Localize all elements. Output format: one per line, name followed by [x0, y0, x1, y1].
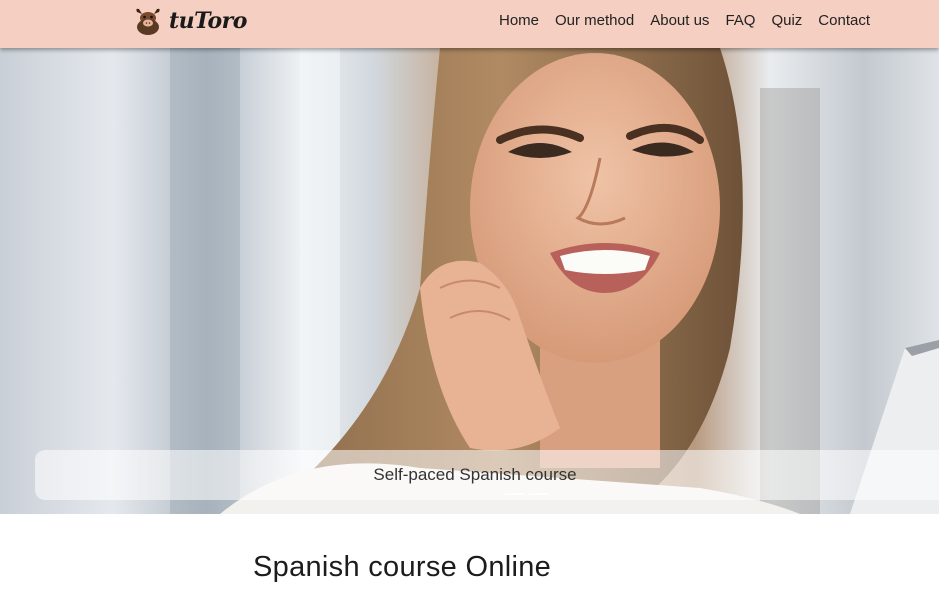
nav-about-us[interactable]: About us — [650, 12, 709, 30]
page-title: Spanish course Online — [253, 551, 552, 583]
bull-mascot-icon — [136, 8, 160, 35]
brand-logo[interactable]: tuToro — [133, 6, 247, 36]
nav-home[interactable]: Home — [499, 12, 539, 30]
carousel-indicator[interactable] — [505, 493, 525, 495]
carousel-indicators — [505, 493, 549, 495]
hero-caption-bar: Self-paced Spanish course — [35, 450, 939, 500]
hero-caption: Self-paced Spanish course — [373, 465, 577, 484]
hero-image — [170, 48, 939, 514]
nav-quiz[interactable]: Quiz — [771, 12, 802, 30]
main-nav: Home Our method About us FAQ Quiz Contac… — [483, 12, 870, 30]
top-navbar: tuToro Home Our method About us FAQ Quiz… — [0, 0, 939, 48]
brand-name: tuToro — [169, 8, 247, 34]
hero-carousel[interactable]: Self-paced Spanish course — [0, 48, 939, 514]
nav-our-method[interactable]: Our method — [555, 12, 634, 30]
carousel-indicator[interactable] — [529, 493, 549, 495]
nav-faq[interactable]: FAQ — [725, 12, 755, 30]
nav-contact[interactable]: Contact — [818, 12, 870, 30]
